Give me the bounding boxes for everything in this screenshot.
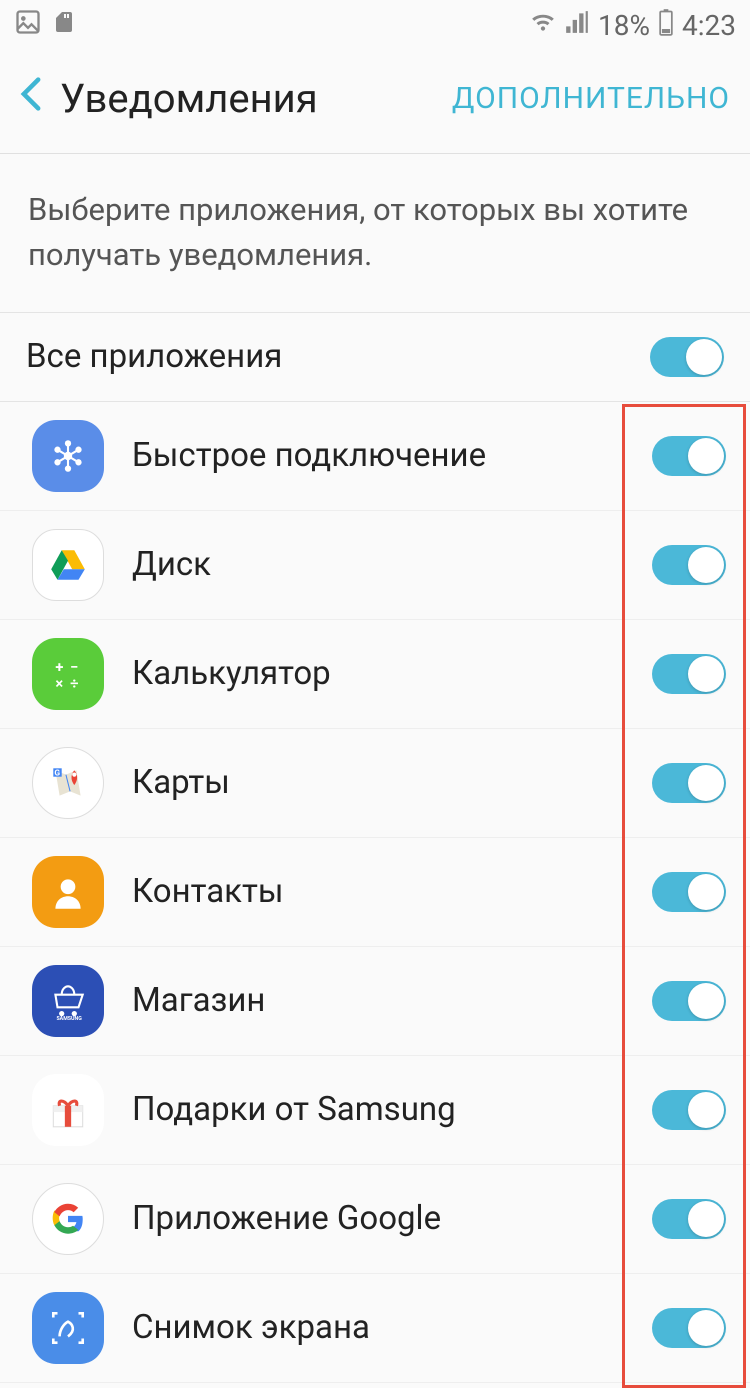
svg-text:SAMSUNG: SAMSUNG — [56, 1016, 82, 1022]
app-row-screenshot[interactable]: Снимок экрана — [0, 1274, 750, 1383]
contacts-icon — [32, 856, 104, 928]
app-toggle[interactable] — [652, 1199, 726, 1239]
app-label: Подарки от Samsung — [132, 1090, 652, 1129]
signal-icon — [564, 9, 590, 42]
back-button[interactable] — [20, 74, 60, 123]
quick-connect-icon — [32, 420, 104, 492]
sd-card-icon — [52, 8, 76, 43]
app-row-google[interactable]: Приложение Google — [0, 1165, 750, 1274]
app-label: Диск — [132, 545, 652, 584]
app-label: Карты — [132, 763, 652, 802]
app-toggle[interactable] — [652, 1090, 726, 1130]
svg-text:G: G — [54, 769, 60, 779]
all-apps-row[interactable]: Все приложения — [0, 313, 750, 402]
image-icon — [14, 8, 42, 43]
all-apps-label: Все приложения — [26, 337, 282, 376]
app-label: Контакты — [132, 872, 652, 911]
app-label: Калькулятор — [132, 654, 652, 693]
app-toggle[interactable] — [652, 436, 726, 476]
svg-text:+: + — [55, 658, 63, 676]
apps-list: Быстрое подключение Диск +−× ÷ Калькулято… — [0, 402, 750, 1383]
battery-icon — [658, 8, 674, 43]
app-label: Приложение Google — [132, 1199, 652, 1238]
status-time: 4:23 — [682, 9, 736, 42]
store-icon: SAMSUNG — [32, 965, 104, 1037]
google-icon — [32, 1183, 104, 1255]
app-label: Быстрое подключение — [132, 436, 652, 475]
app-toggle[interactable] — [652, 1308, 726, 1348]
app-toggle[interactable] — [652, 654, 726, 694]
app-label: Магазин — [132, 981, 652, 1020]
app-toggle[interactable] — [652, 872, 726, 912]
app-row-calculator[interactable]: +−× ÷ Калькулятор — [0, 620, 750, 729]
page-title: Уведомления — [60, 75, 318, 122]
header: Уведомления ДОПОЛНИТЕЛЬНО — [0, 50, 750, 154]
svg-text:×: × — [55, 675, 63, 693]
maps-icon: G — [32, 747, 104, 819]
status-bar: 18% 4:23 — [0, 0, 750, 50]
calculator-icon: +−× ÷ — [32, 638, 104, 710]
all-apps-toggle[interactable] — [650, 337, 724, 377]
screenshot-icon — [32, 1292, 104, 1364]
app-label: Снимок экрана — [132, 1308, 652, 1347]
advanced-button[interactable]: ДОПОЛНИТЕЛЬНО — [452, 81, 730, 116]
app-toggle[interactable] — [652, 981, 726, 1021]
app-row-drive[interactable]: Диск — [0, 511, 750, 620]
app-toggle[interactable] — [652, 763, 726, 803]
instruction-text: Выберите приложения, от которых вы хотит… — [0, 154, 750, 313]
svg-text:÷: ÷ — [70, 675, 78, 693]
gifts-icon — [32, 1074, 104, 1146]
app-row-quick-connect[interactable]: Быстрое подключение — [0, 402, 750, 511]
app-row-maps[interactable]: G Карты — [0, 729, 750, 838]
wifi-icon — [530, 9, 556, 42]
app-toggle[interactable] — [652, 545, 726, 585]
drive-icon — [32, 529, 104, 601]
app-row-store[interactable]: SAMSUNG Магазин — [0, 947, 750, 1056]
app-row-gifts[interactable]: Подарки от Samsung — [0, 1056, 750, 1165]
battery-percent: 18% — [598, 9, 650, 42]
svg-text:−: − — [70, 658, 78, 676]
app-row-contacts[interactable]: Контакты — [0, 838, 750, 947]
